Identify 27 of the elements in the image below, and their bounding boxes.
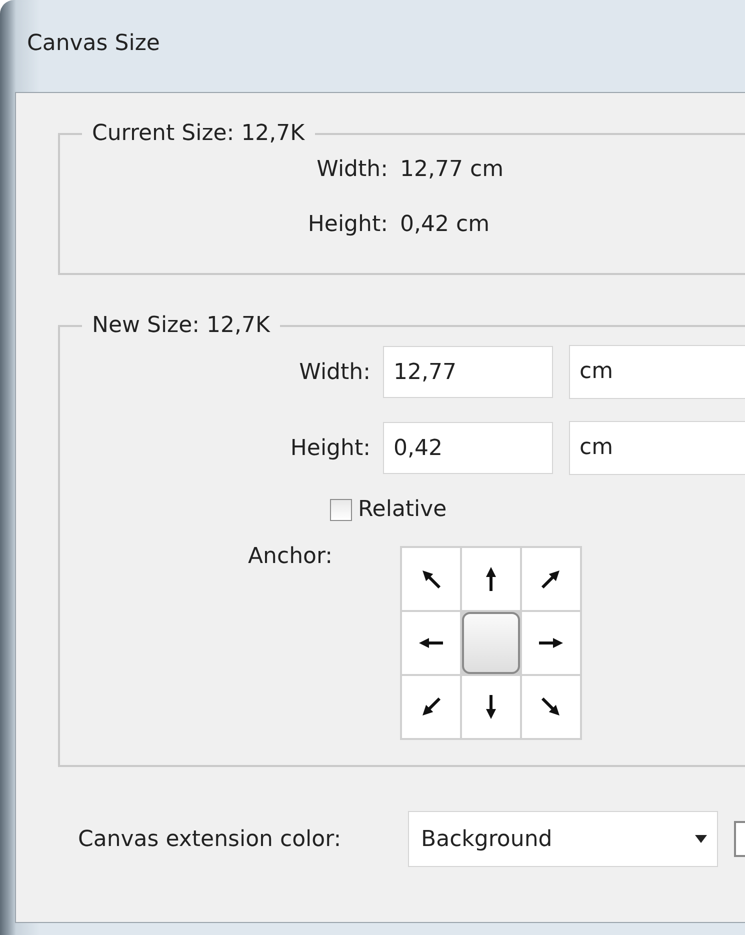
field-label: Height: [289, 434, 372, 462]
field-label: Width: [316, 156, 389, 184]
field-value: 0,42 cm [400, 211, 490, 239]
checkbox-label: Relative [358, 496, 447, 524]
unit-dropdown[interactable]: cm [568, 345, 745, 399]
group-title: New Size: 12,7K [91, 315, 272, 337]
anchor-button[interactable] [462, 548, 520, 610]
field-label: Width: [298, 358, 372, 386]
window-title: Canvas Size [27, 30, 160, 58]
width-input[interactable]: 12,77 [382, 346, 552, 398]
checkbox[interactable] [330, 498, 352, 520]
field-value: 12,77 cm [400, 156, 504, 184]
anchor-button[interactable] [522, 676, 580, 738]
field-label: Anchor: [247, 543, 334, 571]
anchor-button[interactable] [402, 676, 460, 738]
field-label: Height: [306, 211, 389, 239]
field-label: Canvas extension color: [78, 826, 342, 854]
anchor-button[interactable] [522, 548, 580, 610]
anchor-button[interactable] [522, 612, 580, 674]
unit-dropdown[interactable]: cm [568, 421, 745, 475]
color-dropdown[interactable]: Background [408, 811, 718, 867]
group-title: Current Size: 12,7K [91, 123, 306, 145]
anchor-button[interactable] [462, 676, 520, 738]
height-input[interactable]: 0,42 [382, 422, 552, 474]
anchor-button[interactable] [402, 548, 460, 610]
anchor-button[interactable] [402, 612, 460, 674]
dropdown-arrow-icon [695, 835, 707, 843]
